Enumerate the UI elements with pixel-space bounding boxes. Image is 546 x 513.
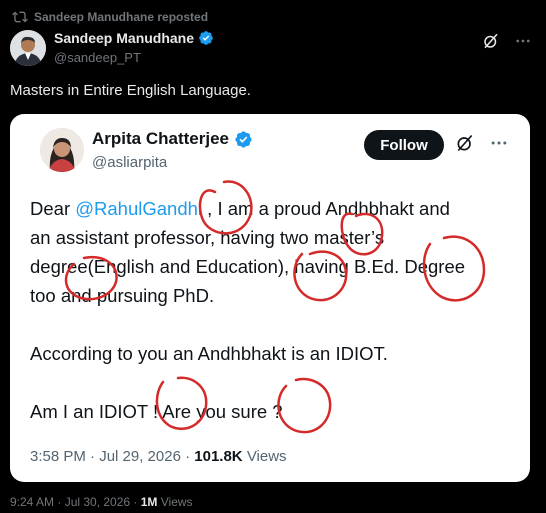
- views-count: 1M: [140, 495, 158, 509]
- quoted-post-body: Dear @RahulGandhi , I am a proud Andhbha…: [30, 194, 520, 426]
- body-line: Dear @RahulGandhi , I am a proud Andhbha…: [30, 198, 450, 219]
- repost-header[interactable]: Sandeep Manudhane reposted: [12, 10, 209, 24]
- follow-button[interactable]: Follow: [364, 130, 444, 160]
- verified-badge-icon: [199, 31, 213, 45]
- repost-icon: [12, 11, 28, 23]
- post-text: Masters in Entire English Language.: [10, 82, 251, 99]
- views-label: Views: [160, 495, 193, 509]
- avatar-image: [10, 30, 46, 66]
- quoted-author-handle[interactable]: @asliarpita: [92, 154, 167, 171]
- quoted-avatar[interactable]: [40, 128, 84, 172]
- avatar[interactable]: [10, 30, 46, 66]
- body-line: too and pursuing PhD.: [30, 285, 215, 306]
- mention-link[interactable]: @RahulGandhi: [75, 198, 202, 219]
- body-line: degree(English and Education), having B.…: [30, 256, 466, 277]
- quoted-timestamp[interactable]: 3:58 PM · Jul 29, 2026 ·: [30, 448, 190, 465]
- body-line: According to you an Andhbhakt is an IDIO…: [30, 343, 388, 364]
- author-name[interactable]: Sandeep Manudhane: [54, 30, 214, 46]
- more-options-icon[interactable]: [512, 30, 534, 52]
- post-meta: 9:24 AM · Jul 30, 2026 · 1M Views: [10, 495, 193, 509]
- quoted-post-meta: 3:58 PM · Jul 29, 2026 · 101.8K Views: [30, 448, 287, 465]
- quoted-author-name[interactable]: Arpita Chatterjee: [92, 129, 253, 149]
- quoted-post-card[interactable]: Arpita Chatterjee @asliarpita Follow Dea…: [10, 114, 530, 482]
- post-timestamp[interactable]: 9:24 AM · Jul 30, 2026 ·: [10, 495, 137, 509]
- quoted-views-count: 101.8K: [194, 448, 243, 465]
- body-line: Am I an IDIOT ! Are you sure ?: [30, 401, 283, 422]
- grok-icon[interactable]: [480, 30, 502, 52]
- verified-badge-icon: [235, 130, 252, 148]
- quoted-views-label: Views: [246, 448, 287, 465]
- author-handle[interactable]: @sandeep_PT: [54, 50, 141, 65]
- quoted-avatar-image: [40, 128, 84, 172]
- grok-icon[interactable]: [454, 132, 476, 154]
- repost-text: Sandeep Manudhane reposted: [34, 10, 209, 24]
- more-options-icon[interactable]: [488, 132, 510, 154]
- body-line: an assistant professor, having two maste…: [30, 227, 385, 248]
